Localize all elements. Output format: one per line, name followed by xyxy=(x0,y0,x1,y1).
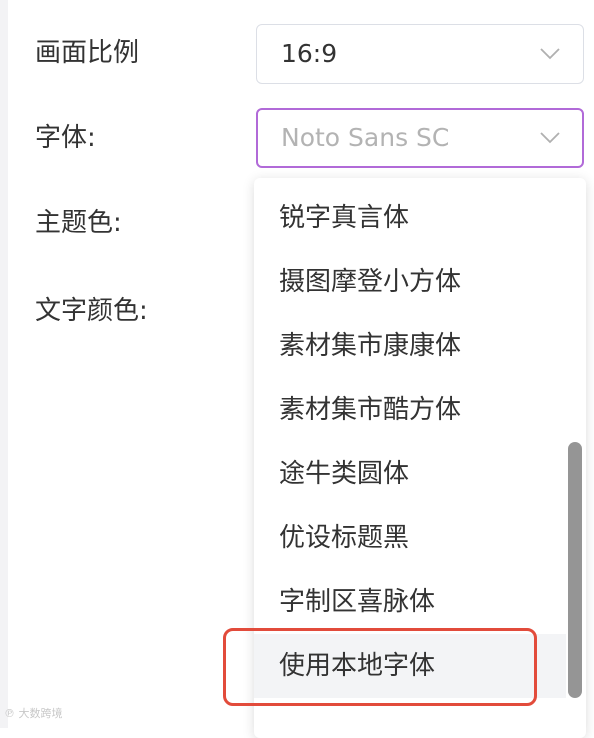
dropdown-scrollbar[interactable] xyxy=(568,442,582,698)
theme-color-label: 主题色: xyxy=(35,208,122,238)
watermark-text: 大数跨境 xyxy=(18,707,63,720)
aspect-ratio-label: 画面比例 xyxy=(35,38,140,68)
font-option[interactable]: 字制区喜脉体 xyxy=(254,570,566,634)
left-panel-edge xyxy=(0,0,8,728)
font-option[interactable]: 素材集市酷方体 xyxy=(254,378,566,442)
text-color-label: 文字颜色: xyxy=(35,296,148,326)
aspect-ratio-value: 16:9 xyxy=(281,39,338,68)
aspect-ratio-select[interactable]: 16:9 xyxy=(256,24,584,84)
font-option[interactable]: 素材集市康康体 xyxy=(254,314,566,378)
font-option[interactable]: 途牛类圆体 xyxy=(254,442,566,506)
chevron-down-icon xyxy=(540,132,560,144)
font-select-placeholder: Noto Sans SC xyxy=(281,123,450,152)
font-label: 字体: xyxy=(35,123,96,153)
watermark-logo-icon: ℗ xyxy=(4,707,15,720)
annotation-highlight-box xyxy=(223,628,537,706)
chevron-down-icon xyxy=(540,48,560,60)
watermark: ℗ 大数跨境 xyxy=(4,706,63,722)
font-option[interactable]: 摄图摩登小方体 xyxy=(254,250,566,314)
font-option[interactable]: 优设标题黑 xyxy=(254,506,566,570)
font-option[interactable]: 锐字真言体 xyxy=(254,186,566,250)
font-select[interactable]: Noto Sans SC xyxy=(256,108,584,168)
